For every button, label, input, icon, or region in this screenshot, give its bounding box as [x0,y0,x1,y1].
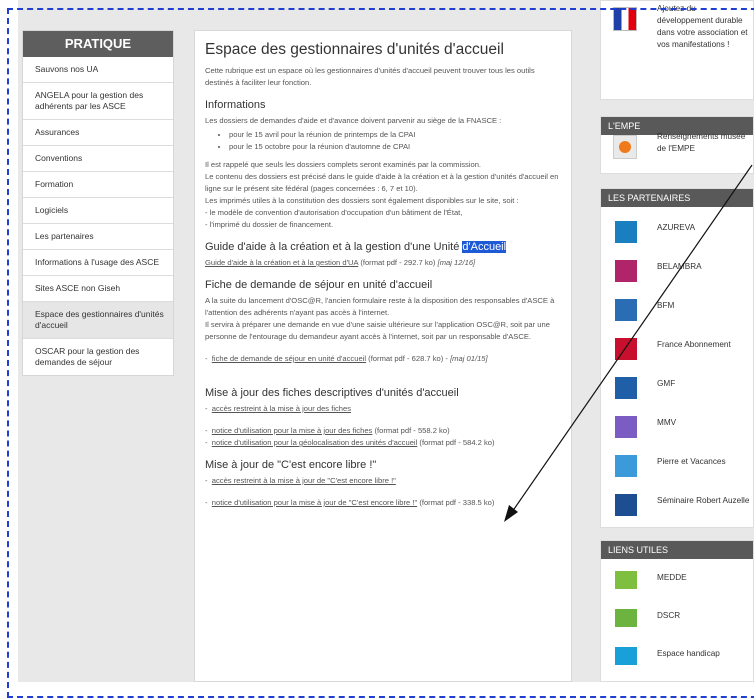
selection-frame [7,8,754,698]
